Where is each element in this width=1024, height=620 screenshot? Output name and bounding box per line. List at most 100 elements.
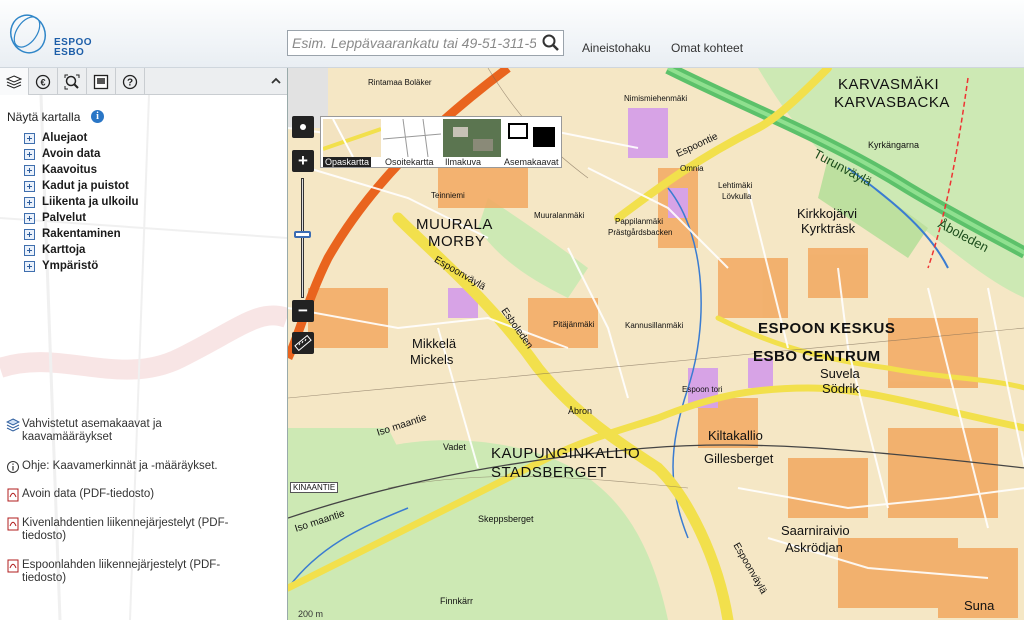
locate-button[interactable]: [292, 116, 314, 138]
layer-label: Avoin data: [42, 148, 101, 160]
link-kivenlahti-pdf[interactable]: Kivenlahdentien liikennejärjestelyt (PDF…: [6, 517, 252, 543]
svg-text:?: ?: [127, 77, 133, 88]
pdf-icon: [7, 559, 19, 573]
expand-plus-icon[interactable]: [24, 196, 35, 208]
nav-omat-kohteet[interactable]: Omat kohteet: [671, 41, 743, 55]
map-label: KINAANTIE: [290, 482, 339, 493]
link-text: Ohje: Kaavamerkinnät ja -määräykset.: [22, 460, 218, 472]
tab-fees[interactable]: €: [29, 68, 58, 95]
map-label: Askrödjan: [785, 540, 843, 555]
layer-item[interactable]: Aluejaot: [24, 130, 139, 146]
map-label: Kyrkängarna: [868, 140, 920, 150]
map-label: Finnkärr: [440, 596, 474, 606]
pdf-icon: [7, 517, 19, 531]
side-panel: € ? Näytä kartalla i Aluejaot Avoin data…: [0, 68, 287, 620]
search-button[interactable]: [541, 33, 561, 53]
layer-item[interactable]: Palvelut: [24, 210, 139, 226]
expand-plus-icon[interactable]: [24, 244, 35, 256]
pdf-icon: [7, 488, 19, 502]
layer-item[interactable]: Ympäristö: [24, 258, 139, 274]
map-label: Vadet: [443, 442, 466, 452]
expand-plus-icon[interactable]: [24, 212, 35, 224]
layer-item[interactable]: Avoin data: [24, 146, 139, 162]
basemap-label[interactable]: Asemakaavat: [504, 157, 559, 167]
zoom-slider-handle[interactable]: [294, 231, 311, 238]
map-view[interactable]: KARVASMÄKI KARVASBACKA MUURALA MORBY Kir…: [287, 68, 1024, 620]
map-label: Åbron: [568, 406, 593, 416]
map-label: MORBY: [428, 233, 486, 250]
layer-label: Liikenta ja ulkoilu: [42, 196, 139, 208]
basemap-thumb-osoitekartta[interactable]: [383, 119, 441, 157]
chevron-up-icon: [271, 77, 281, 84]
tab-print[interactable]: [87, 68, 116, 95]
map-label: Kyrkträsk: [801, 221, 856, 236]
link-plan-help[interactable]: Ohje: Kaavamerkinnät ja -määräykset.: [6, 460, 252, 474]
layer-item[interactable]: Karttoja: [24, 242, 139, 258]
basemap-thumb-asemakaavat[interactable]: [503, 119, 561, 157]
header: ESPOO ESBO Aineistohaku Omat kohteet: [0, 0, 1024, 68]
basemap-label[interactable]: Ilmakuva: [445, 157, 481, 167]
map-label: Pitäjänmäki: [553, 320, 595, 329]
map-label: MUURALA: [416, 216, 493, 233]
show-on-map-title: Näytä kartalla: [7, 110, 81, 124]
ruler-icon: [294, 334, 312, 352]
info-icon[interactable]: i: [91, 110, 104, 123]
link-confirmed-plans[interactable]: Vahvistetut asemakaavat ja kaavamääräyks…: [6, 418, 252, 444]
espoo-logo-icon: [10, 14, 46, 54]
map-label: Saarniraivio: [781, 523, 850, 538]
layer-label: Ympäristö: [42, 260, 99, 272]
layer-item[interactable]: Kaavoitus: [24, 162, 139, 178]
map-label: Kirkkojärvi: [797, 206, 857, 221]
basemap-thumb-opaskartta[interactable]: [323, 119, 381, 157]
expand-plus-icon[interactable]: [24, 132, 35, 144]
zoom-in-button[interactable]: +: [292, 150, 314, 172]
tab-zoom-search[interactable]: [58, 68, 87, 95]
map-label: KAUPUNGINKALLIO: [491, 445, 641, 462]
basemap-label[interactable]: Osoitekartta: [385, 157, 434, 167]
map-label: Pappilanmäki: [615, 217, 664, 226]
expand-plus-icon[interactable]: [24, 148, 35, 160]
layer-label: Palvelut: [42, 212, 87, 224]
zoom-slider-track[interactable]: [301, 178, 304, 298]
expand-plus-icon[interactable]: [24, 164, 35, 176]
basemap-thumb-ilmakuva[interactable]: [443, 119, 501, 157]
nav-aineistohaku[interactable]: Aineistohaku: [582, 41, 651, 55]
panel-tabbar: € ?: [0, 68, 287, 95]
map-label: Suna: [964, 598, 995, 613]
layer-item[interactable]: Liikenta ja ulkoilu: [24, 194, 139, 210]
measure-button[interactable]: [292, 332, 314, 354]
link-text: Espoonlahden liikennejärjestelyt (PDF-ti…: [22, 559, 221, 584]
map-label: Gillesberget: [704, 451, 774, 466]
link-text: Avoin data (PDF-tiedosto): [22, 488, 155, 500]
svg-text:€: €: [40, 77, 45, 87]
basemap-selector: Opaskartta Osoitekartta Ilmakuva Asemaka…: [320, 116, 562, 168]
expand-plus-icon[interactable]: [24, 180, 35, 192]
link-espoonlahti-pdf[interactable]: Espoonlahden liikennejärjestelyt (PDF-ti…: [6, 559, 252, 585]
link-text: Kivenlahdentien liikennejärjestelyt (PDF…: [22, 517, 229, 542]
layer-item[interactable]: Kadut ja puistot: [24, 178, 139, 194]
layer-label: Kaavoitus: [42, 164, 97, 176]
map-label: Mikkelä: [412, 336, 457, 351]
tab-layers[interactable]: [0, 68, 29, 95]
basemap-label[interactable]: Opaskartta: [323, 157, 372, 167]
map-label: ESPOON KESKUS: [758, 320, 896, 337]
layer-list: Aluejaot Avoin data Kaavoitus Kadut ja p…: [24, 130, 139, 274]
map-label: Rintamaa Boläker: [368, 78, 432, 87]
layer-label: Aluejaot: [42, 132, 88, 144]
link-open-data-pdf[interactable]: Avoin data (PDF-tiedosto): [6, 488, 252, 502]
app-root: ESPOO ESBO Aineistohaku Omat kohteet: [0, 0, 1024, 620]
map-label: KARVASMÄKI: [838, 76, 940, 93]
layer-item[interactable]: Rakentaminen: [24, 226, 139, 242]
expand-plus-icon[interactable]: [24, 260, 35, 272]
locate-dot-icon: [300, 124, 306, 130]
map-label: Omnia: [680, 164, 704, 173]
expand-plus-icon[interactable]: [24, 228, 35, 240]
espoo-logo[interactable]: ESPOO ESBO: [6, 10, 96, 58]
collapse-panel-button[interactable]: [269, 74, 283, 88]
map-label: Södrik: [822, 381, 859, 396]
map-label: ESBO CENTRUM: [753, 348, 881, 365]
search-input[interactable]: [288, 31, 536, 55]
zoom-out-button[interactable]: −: [292, 300, 314, 322]
layers-icon: [6, 418, 20, 432]
tab-help[interactable]: ?: [116, 68, 145, 95]
